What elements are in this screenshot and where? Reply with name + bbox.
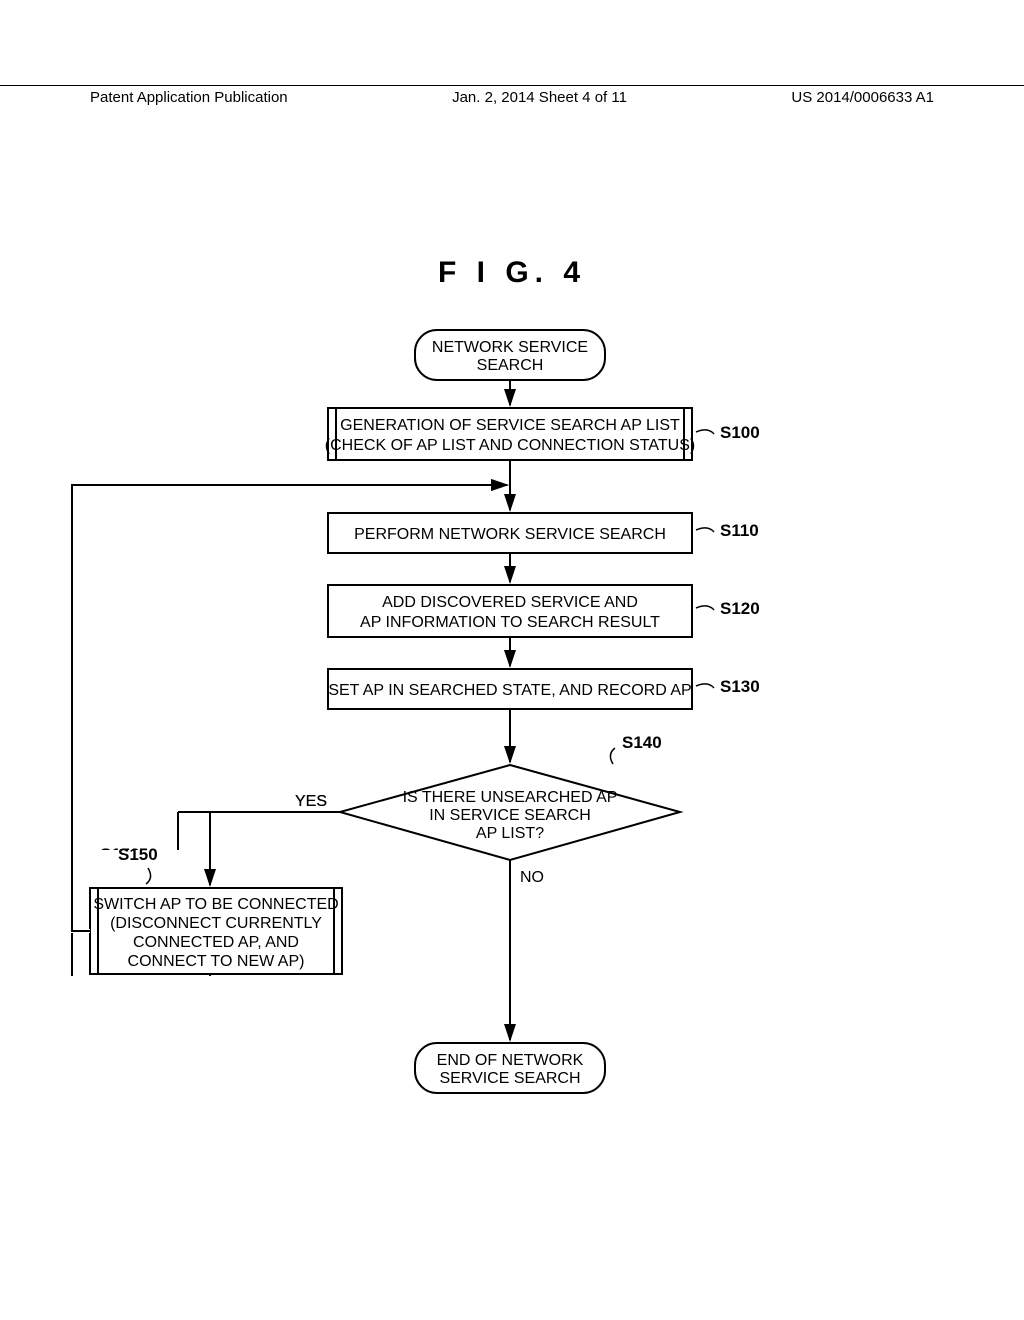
- label-s100: S100: [720, 423, 760, 442]
- s150c-line1: SWITCH AP TO BE CONNECTED: [93, 896, 338, 913]
- s150c-line4: CONNECT TO NEW AP): [128, 953, 305, 970]
- node-s120: ADD DISCOVERED SERVICE AND AP INFORMATIO…: [328, 585, 692, 637]
- edge-yes3: YES: [295, 793, 327, 810]
- s150c-line2: (DISCONNECT CURRENTLY: [110, 915, 322, 932]
- flowchart-svg: NETWORK SERVICE SEARCH GENERATION OF SER…: [60, 320, 960, 1110]
- header-left: Patent Application Publication: [90, 86, 288, 106]
- node-s100: GENERATION OF SERVICE SEARCH AP LIST (CH…: [325, 408, 695, 460]
- s120-line2: AP INFORMATION TO SEARCH RESULT: [360, 614, 660, 631]
- node-s130: SET AP IN SEARCHED STATE, AND RECORD AP: [328, 669, 692, 709]
- header-right: US 2014/0006633 A1: [791, 86, 934, 106]
- label-s130: S130: [720, 677, 760, 696]
- s150c-line3: CONNECTED AP, AND: [133, 934, 299, 951]
- edge-no: NO: [520, 869, 544, 886]
- node-s150-c: SWITCH AP TO BE CONNECTED (DISCONNECT CU…: [90, 888, 342, 974]
- start-line1: NETWORK SERVICE: [432, 339, 588, 356]
- s100-line2: (CHECK OF AP LIST AND CONNECTION STATUS): [325, 437, 695, 454]
- end-line1: END OF NETWORK: [437, 1052, 584, 1069]
- figure-title: F I G. 4: [0, 256, 1024, 290]
- s140-line2: IN SERVICE SEARCH: [429, 807, 591, 824]
- label-s120: S120: [720, 599, 760, 618]
- s130-line1: SET AP IN SEARCHED STATE, AND RECORD AP: [328, 682, 691, 699]
- label-s150c: S150: [118, 845, 158, 864]
- label-s110: S110: [720, 521, 759, 540]
- node-start: NETWORK SERVICE SEARCH: [415, 330, 605, 380]
- s140-line1: IS THERE UNSEARCHED AP: [403, 789, 618, 806]
- s100-line1: GENERATION OF SERVICE SEARCH AP LIST: [340, 417, 680, 434]
- start-line2: SEARCH: [477, 357, 544, 374]
- header-center: Jan. 2, 2014 Sheet 4 of 11: [452, 86, 627, 106]
- s140-line3: AP LIST?: [476, 825, 544, 842]
- flowchart: NETWORK SERVICE SEARCH GENERATION OF SER…: [60, 320, 960, 1110]
- label-s140: S140: [622, 733, 662, 752]
- page-header: Patent Application Publication Jan. 2, 2…: [0, 85, 1024, 106]
- node-end: END OF NETWORK SERVICE SEARCH: [415, 1043, 605, 1093]
- node-s110: PERFORM NETWORK SERVICE SEARCH: [328, 513, 692, 553]
- s120-line1: ADD DISCOVERED SERVICE AND: [382, 594, 638, 611]
- node-s140: IS THERE UNSEARCHED AP IN SERVICE SEARCH…: [340, 765, 680, 860]
- end-line2: SERVICE SEARCH: [439, 1070, 580, 1087]
- s110-line1: PERFORM NETWORK SERVICE SEARCH: [354, 526, 666, 543]
